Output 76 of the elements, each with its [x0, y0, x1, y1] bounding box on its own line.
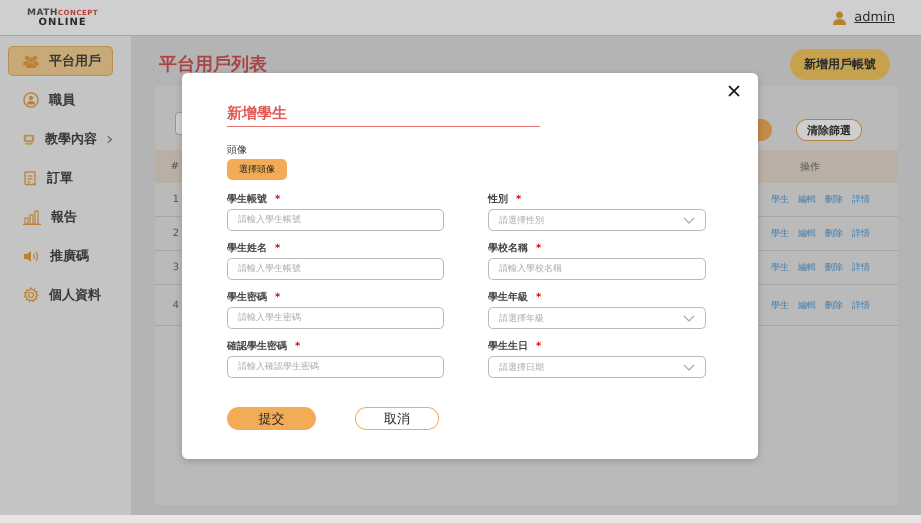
action-link[interactable]: 編輯 [798, 193, 816, 206]
monitor-icon [23, 132, 35, 146]
person-icon [23, 92, 39, 108]
action-link[interactable]: 編輯 [798, 227, 816, 240]
clear-filter-button[interactable]: 清除篩選 [796, 119, 862, 141]
row-number: 4 [172, 300, 179, 310]
select-field[interactable]: 請選擇年級 [488, 307, 706, 329]
select-field[interactable]: 請選擇日期 [488, 356, 706, 378]
field-label: 學生年級 [488, 291, 528, 305]
input-field[interactable]: 請輸入學生帳號 [227, 258, 444, 280]
action-link[interactable]: 學生 [771, 298, 789, 312]
cancel-button[interactable]: 取消 [355, 407, 439, 430]
avatar-label: 頭像 [227, 144, 248, 157]
row-number: 1 [172, 194, 179, 205]
user-icon [833, 10, 846, 24]
column-header: 操作 [799, 160, 821, 174]
field-label: 學校名稱 [488, 242, 528, 256]
action-link[interactable]: 刪除 [825, 193, 843, 206]
required-mark: * [295, 340, 300, 354]
logo-text: ONLINE [38, 18, 87, 28]
action-link[interactable]: 學生 [771, 261, 789, 274]
field-label: 學生姓名 [227, 242, 267, 256]
field-label: 學生生日 [488, 340, 528, 354]
required-mark: * [536, 291, 542, 305]
sidebar-item[interactable]: 報告 [8, 202, 113, 232]
field-label: 確認學生密碼 [227, 340, 287, 354]
action-link[interactable]: 詳情 [852, 298, 870, 312]
required-mark: * [536, 340, 542, 354]
sidebar-item[interactable]: 推廣碼 [8, 241, 113, 271]
select-field[interactable]: 請選擇性別 [488, 209, 706, 231]
action-link[interactable]: 學生 [771, 227, 789, 240]
chevron-down-icon [683, 216, 695, 224]
action-link[interactable]: 編輯 [798, 298, 816, 312]
add-user-button[interactable]: 新增用戶帳號 [790, 48, 890, 80]
action-link[interactable]: 編輯 [798, 261, 816, 274]
bar-chart-icon [23, 210, 41, 224]
sidebar-item[interactable]: 個人資料 [8, 280, 113, 310]
chevron-down-icon [683, 364, 695, 370]
field-label: 學生帳號 [227, 193, 267, 207]
required-mark: * [275, 291, 280, 305]
input-field[interactable]: 請輸入學生帳號 [227, 209, 444, 231]
speaker-icon [23, 250, 40, 262]
choose-avatar-button[interactable]: 選擇頭像 [227, 159, 287, 180]
chevron-right-icon [106, 134, 112, 144]
required-mark: * [516, 193, 522, 207]
required-mark: * [275, 193, 280, 207]
dialog-title: 新增學生 [227, 104, 540, 127]
sidebar-item[interactable]: 教學內容 [8, 124, 113, 154]
action-link[interactable]: 刪除 [825, 227, 843, 240]
action-link[interactable]: 刪除 [825, 261, 843, 274]
action-link[interactable]: 學生 [771, 193, 789, 206]
field-label: 學生密碼 [227, 291, 267, 305]
action-link[interactable]: 詳情 [852, 227, 870, 240]
settings-icon [23, 287, 39, 303]
row-number: 3 [172, 262, 179, 273]
user-name-link[interactable]: admin [854, 10, 895, 25]
close-button[interactable] [727, 84, 741, 98]
page-title: 平台用戶列表 [158, 53, 267, 76]
action-link[interactable]: 刪除 [825, 298, 843, 312]
sidebar-item[interactable]: 訂單 [8, 163, 113, 193]
submit-button[interactable]: 提交 [227, 407, 316, 430]
row-number: 2 [172, 228, 179, 239]
input-field[interactable]: 請輸入確認學生密碼 [227, 356, 444, 378]
chevron-down-icon [683, 314, 695, 322]
sidebar-item[interactable]: 職員 [8, 85, 113, 115]
required-mark: * [536, 242, 542, 256]
column-header: # [170, 161, 179, 172]
input-field[interactable]: 請輸入學校名稱 [488, 258, 706, 280]
sidebar-item[interactable]: 平台用戶 [8, 46, 113, 76]
action-link[interactable]: 詳情 [852, 261, 870, 274]
action-link[interactable]: 詳情 [852, 193, 870, 206]
users-icon [23, 54, 39, 68]
field-label: 性別 [488, 193, 508, 207]
required-mark: * [275, 242, 280, 256]
input-field[interactable]: 請輸入學生密碼 [227, 307, 444, 329]
receipt-icon [23, 170, 37, 186]
